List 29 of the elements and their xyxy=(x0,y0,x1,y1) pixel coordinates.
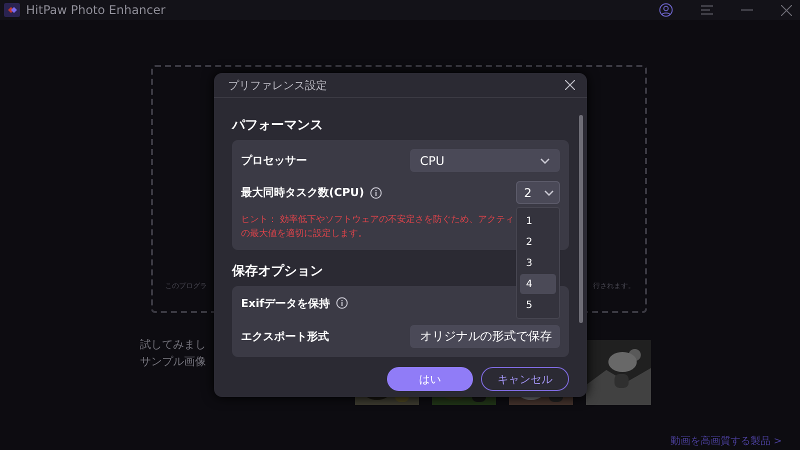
sample-prompt-text: 試してみまし xyxy=(140,338,206,351)
dialog-title: プリファレンス設定 xyxy=(228,78,327,92)
dropdown-option[interactable]: 2 xyxy=(520,232,556,252)
dropdown-option[interactable]: 3 xyxy=(520,253,556,273)
dropdown-select[interactable]: CPU xyxy=(410,149,560,172)
hint-text: ヒント： 効率低下やソフトウェアの不安定さを防ぐため、アクティ xyxy=(241,214,514,227)
close-icon[interactable] xyxy=(565,80,575,90)
section-heading: パフォーマンス xyxy=(232,118,323,134)
chevron-icon xyxy=(544,190,554,196)
hint-text: の最大値を適切に設定します。 xyxy=(241,228,367,241)
window-title: HitPaw Photo Enhancer xyxy=(26,3,166,17)
setting-label: 最大同時タスク数(CPU) xyxy=(241,185,364,200)
sample-prompt-text: サンプル画像 xyxy=(140,355,206,368)
dropdown-select[interactable]: 2 xyxy=(516,181,560,204)
chevron-icon xyxy=(540,158,550,164)
setting-label: プロセッサー xyxy=(241,153,307,168)
dropdown-option[interactable]: 1 xyxy=(520,211,556,231)
section-heading: 保存オプション xyxy=(232,264,323,280)
cancel-button[interactable]: キャンセル xyxy=(481,367,569,391)
dropdown-option[interactable]: 5 xyxy=(520,295,556,315)
dropdown-select[interactable]: オリジナルの形式で保存 xyxy=(410,325,560,348)
dropdown-option[interactable]: 4 xyxy=(520,274,556,294)
close-icon[interactable] xyxy=(781,4,792,16)
setting-label: Exifデータを保持 xyxy=(241,296,330,310)
scrollbar-thumb[interactable] xyxy=(579,115,583,323)
app-logo-icon xyxy=(4,3,20,17)
setting-label: エクスポート形式 xyxy=(241,329,329,344)
user-icon[interactable] xyxy=(659,3,673,17)
menu-icon[interactable] xyxy=(701,5,713,15)
